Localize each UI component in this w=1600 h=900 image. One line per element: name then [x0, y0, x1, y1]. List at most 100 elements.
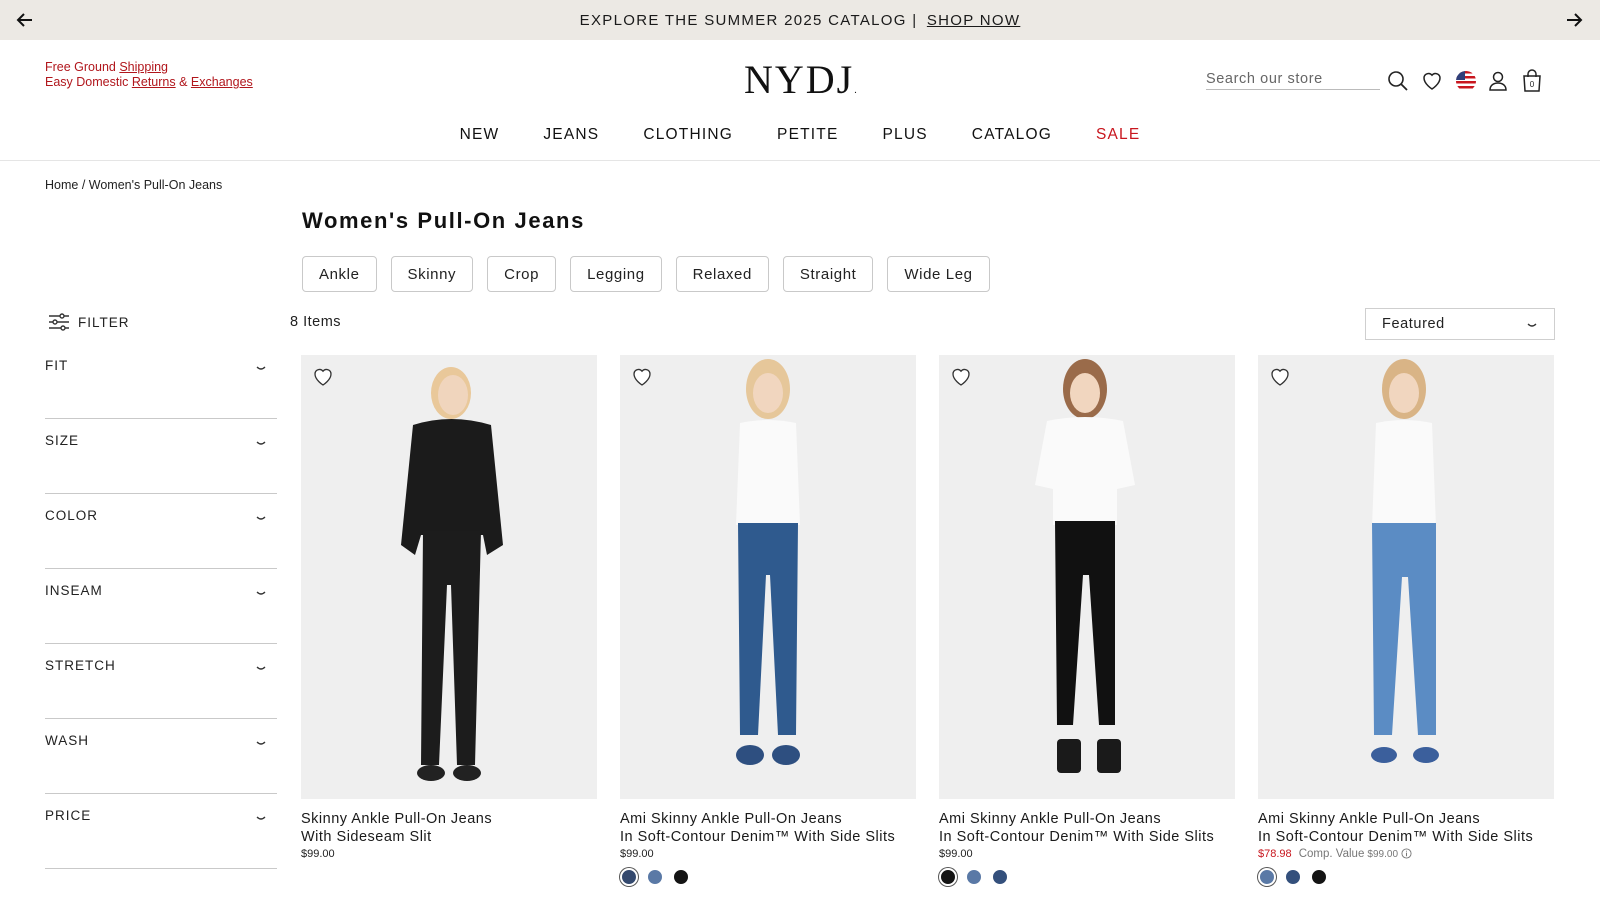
facet-fit[interactable]: FIT [45, 344, 277, 419]
search-icon[interactable] [1386, 69, 1410, 93]
exchanges-link[interactable]: Exchanges [191, 75, 253, 89]
arrow-right-icon[interactable] [1564, 10, 1584, 30]
filter-button[interactable]: FILTER [48, 312, 130, 332]
heart-icon[interactable] [949, 365, 973, 389]
color-swatch[interactable] [939, 868, 957, 886]
returns-text: Easy Domestic [45, 75, 132, 89]
category-chips: Ankle Skinny Crop Legging Relaxed Straig… [302, 256, 990, 292]
comp-value: $99.00 [1367, 849, 1399, 860]
chip-skinny[interactable]: Skinny [390, 256, 474, 292]
search-box [1206, 68, 1380, 90]
facet-inseam[interactable]: INSEAM [45, 569, 277, 644]
search-input[interactable] [1206, 68, 1380, 89]
product-price: $99.00 [939, 848, 973, 860]
heart-icon[interactable] [1268, 365, 1292, 389]
heart-icon[interactable] [311, 365, 335, 389]
color-swatch[interactable] [1258, 868, 1276, 886]
nav-sale[interactable]: SALE [1074, 120, 1162, 160]
nav-catalog[interactable]: CATALOG [950, 120, 1074, 160]
color-swatch[interactable] [1284, 868, 1302, 886]
chip-relaxed[interactable]: Relaxed [675, 256, 769, 292]
product-name[interactable]: Skinny Ankle Pull-On Jeans With Sideseam… [301, 810, 597, 846]
chip-straight[interactable]: Straight [782, 256, 874, 292]
model-shoe [1057, 739, 1081, 773]
product-card[interactable]: Ami Skinny Ankle Pull-On Jeans In Soft-C… [1258, 355, 1554, 886]
cart-icon[interactable]: 0 [1520, 69, 1544, 93]
shipping-link[interactable]: Shipping [119, 60, 168, 74]
breadcrumb-home[interactable]: Home [45, 178, 78, 192]
color-swatch[interactable] [1310, 868, 1328, 886]
nav-jeans[interactable]: JEANS [521, 120, 621, 160]
logo-text: NYDJ [744, 57, 855, 102]
product-price: $99.00 [620, 848, 654, 860]
model-bottom [1372, 523, 1436, 735]
chevron-down-icon [256, 591, 266, 595]
facet-price[interactable]: PRICE [45, 794, 277, 869]
nav-new[interactable]: NEW [438, 120, 522, 160]
model-shoe [453, 765, 481, 781]
promo-bar: EXPLORE THE SUMMER 2025 CATALOG | SHOP N… [0, 0, 1600, 40]
facet-color[interactable]: COLOR [45, 494, 277, 569]
sale-price: $78.98 [1258, 848, 1292, 860]
product-card[interactable]: Ami Skinny Ankle Pull-On Jeans In Soft-C… [620, 355, 916, 886]
product-name-line1: Ami Skinny Ankle Pull-On Jeans [620, 811, 843, 827]
facet-stretch[interactable]: STRETCH [45, 644, 277, 719]
info-icon[interactable] [1401, 848, 1412, 859]
comp-value-label: Comp. Value [1298, 848, 1365, 860]
model-illustration [1035, 359, 1135, 773]
chip-legging[interactable]: Legging [570, 256, 662, 292]
arrow-left-icon[interactable] [15, 10, 35, 30]
nav-clothing[interactable]: CLOTHING [621, 120, 755, 160]
model-top [736, 420, 800, 525]
facet-label: COLOR [45, 508, 99, 523]
facet-label: FIT [45, 358, 69, 373]
facet-size[interactable]: SIZE [45, 419, 277, 494]
chevron-down-icon [256, 366, 266, 370]
model-bottom [738, 523, 798, 735]
color-swatch[interactable] [672, 868, 690, 886]
account-icon[interactable] [1486, 69, 1510, 93]
heart-icon[interactable] [1420, 69, 1444, 93]
product-card[interactable]: Ami Skinny Ankle Pull-On Jeans In Soft-C… [939, 355, 1235, 886]
product-name-line2: In Soft-Contour Denim™ With Side Slits [1258, 829, 1534, 845]
chip-wide-leg[interactable]: Wide Leg [887, 256, 990, 292]
color-swatch[interactable] [965, 868, 983, 886]
returns-link[interactable]: Returns [132, 75, 176, 89]
brand-logo[interactable]: NYDJ. [744, 56, 859, 103]
product-name-line1: Skinny Ankle Pull-On Jeans [301, 811, 493, 827]
product-name-line2: With Sideseam Slit [301, 829, 432, 845]
color-swatch[interactable] [646, 868, 664, 886]
product-name[interactable]: Ami Skinny Ankle Pull-On Jeans In Soft-C… [620, 810, 916, 846]
nav-petite[interactable]: PETITE [755, 120, 860, 160]
product-image[interactable] [939, 355, 1235, 799]
chevron-down-icon [256, 441, 266, 445]
color-swatch[interactable] [620, 868, 638, 886]
breadcrumb: Home / Women's Pull-On Jeans [45, 178, 222, 192]
main-nav: NEW JEANS CLOTHING PETITE PLUS CATALOG S… [0, 120, 1600, 160]
model-shoe [1413, 747, 1439, 763]
filter-label: FILTER [78, 314, 130, 330]
us-flag-icon[interactable] [1454, 69, 1478, 93]
breadcrumb-separator: / [78, 178, 89, 192]
color-swatch[interactable] [991, 868, 1009, 886]
model-illustration [401, 367, 503, 781]
nav-plus[interactable]: PLUS [861, 120, 950, 160]
product-image[interactable] [1258, 355, 1554, 799]
product-image[interactable] [620, 355, 916, 799]
promo-shop-now-link[interactable]: SHOP NOW [927, 12, 1020, 29]
sort-select[interactable]: Featured [1365, 308, 1555, 340]
breadcrumb-current[interactable]: Women's Pull-On Jeans [89, 178, 222, 192]
chip-ankle[interactable]: Ankle [302, 256, 377, 292]
product-name[interactable]: Ami Skinny Ankle Pull-On Jeans In Soft-C… [1258, 810, 1554, 846]
page-title: Women's Pull-On Jeans [302, 208, 585, 233]
product-image[interactable] [301, 355, 597, 799]
product-name[interactable]: Ami Skinny Ankle Pull-On Jeans In Soft-C… [939, 810, 1235, 846]
chip-crop[interactable]: Crop [487, 256, 557, 292]
product-card[interactable]: Skinny Ankle Pull-On Jeans With Sideseam… [301, 355, 597, 860]
heart-icon[interactable] [630, 365, 654, 389]
product-name-line1: Ami Skinny Ankle Pull-On Jeans [1258, 811, 1481, 827]
chevron-down-icon [1527, 323, 1537, 327]
sliders-icon [49, 313, 69, 331]
facet-wash[interactable]: WASH [45, 719, 277, 794]
model-shoe [772, 745, 800, 765]
